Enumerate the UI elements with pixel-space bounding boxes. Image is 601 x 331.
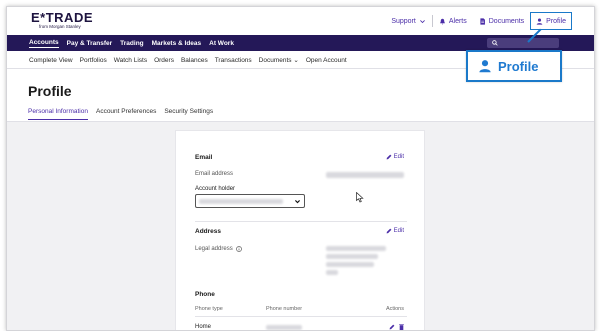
mouse-cursor-icon [356, 192, 364, 203]
phone-row-number [266, 325, 302, 330]
callout-label: Profile [498, 58, 539, 74]
alerts-link[interactable]: Alerts [433, 18, 473, 25]
header-links: Support Alerts Documents Profile [385, 7, 594, 35]
address-edit-label: Edit [393, 228, 404, 234]
sub-nav-items: Complete View Portfolios Watch Lists Ord… [29, 51, 347, 69]
email-address-label: Email address [195, 171, 234, 177]
profile-label: Profile [546, 17, 566, 25]
nav-item-accounts[interactable]: Accounts [29, 39, 59, 48]
nav-item-pay-transfer[interactable]: Pay & Transfer [67, 40, 113, 47]
profile-link[interactable]: Profile [530, 12, 572, 30]
chevron-down-icon [419, 19, 425, 23]
subnav-orders[interactable]: Orders [154, 57, 174, 64]
bell-icon [439, 18, 445, 25]
user-icon [536, 18, 543, 25]
support-label: Support [391, 17, 416, 25]
logo-text: E*TRADE [31, 10, 94, 25]
phone-section-title: Phone [195, 291, 215, 298]
subnav-open-account[interactable]: Open Account [306, 57, 347, 64]
pencil-icon[interactable] [389, 324, 395, 330]
legal-address-line-1 [326, 246, 386, 251]
trash-icon[interactable] [399, 324, 404, 330]
support-link[interactable]: Support [385, 18, 432, 25]
search-input[interactable] [487, 38, 559, 48]
subnav-balances[interactable]: Balances [181, 57, 208, 64]
documents-label: Documents [488, 17, 525, 25]
phone-number-header: Phone number [266, 306, 303, 312]
tab-security-settings[interactable]: Security Settings [164, 108, 213, 120]
profile-callout: Profile [466, 50, 562, 82]
tab-account-preferences[interactable]: Account Preferences [96, 108, 156, 120]
legal-address-line-4 [326, 270, 338, 275]
subnav-watch-lists[interactable]: Watch Lists [114, 57, 147, 64]
legal-address-label: Legal address [195, 246, 233, 252]
legal-address-label-row: Legal address [195, 246, 242, 252]
user-icon [479, 60, 491, 73]
subnav-portfolios[interactable]: Portfolios [80, 57, 107, 64]
email-address-value [326, 172, 404, 178]
main-nav-items: Accounts Pay & Transfer Trading Markets … [29, 35, 234, 51]
etrade-logo[interactable]: E*TRADE from Morgan Stanley [31, 10, 94, 30]
page-title: Profile [28, 83, 72, 99]
phone-table-divider [195, 316, 407, 317]
browser-frame: E*TRADE from Morgan Stanley Support Aler… [6, 6, 595, 331]
legal-address-line-3 [326, 262, 374, 267]
subnav-complete-view[interactable]: Complete View [29, 57, 73, 64]
personal-info-card: Email Edit Email address Account holder … [175, 130, 425, 330]
chevron-down-icon [295, 200, 300, 204]
profile-tabs: Personal Information Account Preferences… [28, 108, 213, 120]
subnav-transactions[interactable]: Transactions [215, 57, 252, 64]
subnav-documents[interactable]: Documents ⌄ [259, 56, 299, 64]
nav-item-markets-ideas[interactable]: Markets & Ideas [152, 40, 202, 47]
documents-link[interactable]: Documents [473, 18, 530, 25]
account-holder-select[interactable] [195, 194, 305, 208]
tab-personal-information[interactable]: Personal Information [28, 108, 88, 120]
nav-item-at-work[interactable]: At Work [209, 40, 234, 47]
phone-type-header: Phone type [195, 306, 223, 312]
phone-actions-header: Actions [385, 306, 404, 312]
document-icon [480, 17, 485, 25]
section-divider [195, 221, 407, 222]
address-edit-button[interactable]: Edit [386, 228, 404, 234]
phone-row-type: Home [195, 324, 212, 330]
address-section-title: Address [195, 228, 222, 235]
email-edit-label: Edit [393, 154, 404, 160]
email-section-title: Email [195, 154, 213, 161]
alerts-label: Alerts [448, 17, 467, 25]
top-header: E*TRADE from Morgan Stanley Support Aler… [7, 7, 594, 35]
email-edit-button[interactable]: Edit [386, 154, 404, 160]
pencil-icon [386, 154, 392, 160]
account-holder-label: Account holder [195, 186, 236, 192]
legal-address-line-2 [326, 254, 378, 259]
account-holder-value [199, 199, 283, 204]
nav-item-trading[interactable]: Trading [120, 40, 143, 47]
search-icon [492, 40, 498, 46]
phone-row-actions [389, 324, 404, 330]
main-nav: Accounts Pay & Transfer Trading Markets … [7, 35, 594, 51]
pencil-icon [386, 228, 392, 234]
info-icon[interactable] [235, 246, 242, 252]
